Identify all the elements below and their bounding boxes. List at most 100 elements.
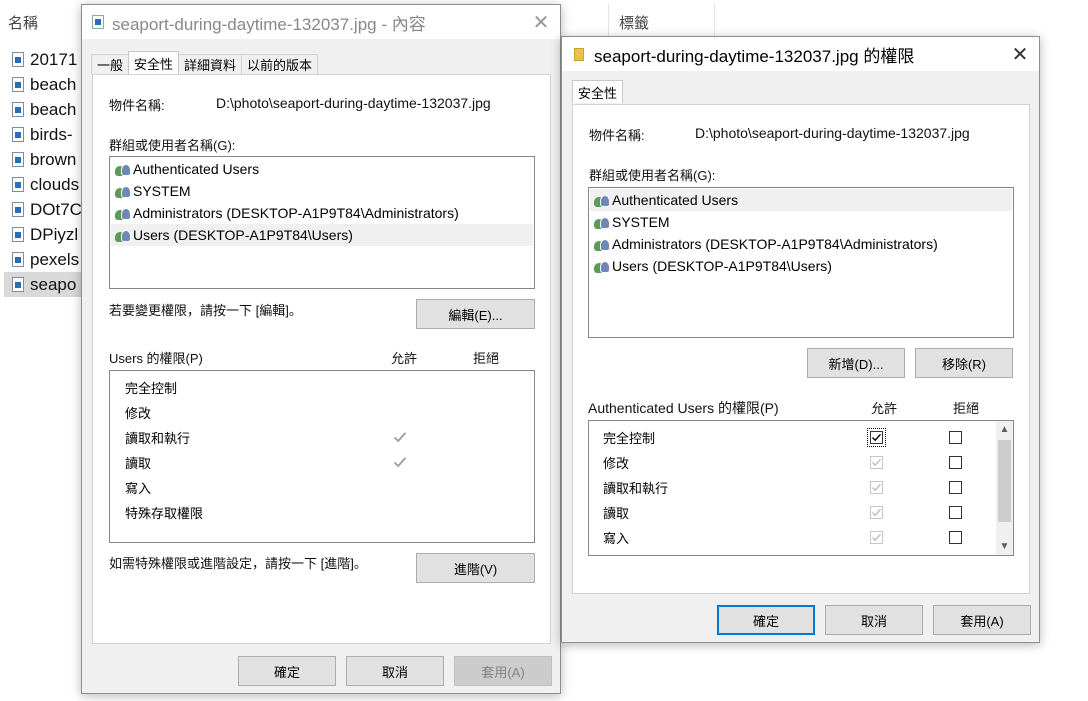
- permission-name: 特殊存取權限: [125, 506, 204, 521]
- user-item-selected[interactable]: Authenticated Users: [590, 189, 1012, 211]
- scroll-thumb[interactable]: [998, 440, 1011, 522]
- file-row[interactable]: 20171: [4, 47, 84, 72]
- image-file-icon: [12, 177, 24, 192]
- user-listbox[interactable]: Authenticated Users SYSTEM Administrator…: [588, 187, 1014, 338]
- user-item[interactable]: Administrators (DESKTOP-A1P9T84\Administ…: [590, 233, 1012, 255]
- close-icon: ✕: [1011, 43, 1029, 66]
- allow-checkbox: [870, 531, 883, 544]
- edit-button[interactable]: 編輯(E)...: [416, 299, 535, 329]
- user-listbox[interactable]: Authenticated Users SYSTEM Administrator…: [109, 156, 535, 289]
- close-button[interactable]: ✕: [528, 9, 554, 35]
- properties-dialog: seaport-during-daytime-132037.jpg - 內容 ✕…: [81, 4, 561, 694]
- file-name: brown: [30, 149, 77, 169]
- cancel-button[interactable]: 取消: [825, 605, 923, 635]
- remove-button[interactable]: 移除(R): [915, 348, 1013, 378]
- user-group-icon: [115, 184, 132, 198]
- deny-checkbox[interactable]: [949, 531, 962, 544]
- permission-list[interactable]: 完全控制 修改 讀取和執行 讀取 寫入 ▲ ▼: [588, 420, 1014, 556]
- file-name: pexels: [30, 249, 80, 269]
- user-name: SYSTEM: [612, 214, 670, 230]
- allow-checkbox[interactable]: [870, 431, 883, 444]
- permission-row: 讀取和執行: [589, 475, 1013, 500]
- tab-general[interactable]: 一般: [91, 54, 130, 74]
- permission-row: 完全控制: [589, 425, 1013, 450]
- allow-checkbox: [870, 456, 883, 469]
- allow-checkbox: [870, 481, 883, 494]
- image-file-icon: [12, 252, 24, 267]
- object-name-label: 物件名稱:: [589, 128, 645, 143]
- column-header-name[interactable]: 名稱: [8, 12, 38, 33]
- user-item-selected[interactable]: Users (DESKTOP-A1P9T84\Users): [111, 224, 533, 246]
- user-item[interactable]: SYSTEM: [590, 211, 1012, 233]
- permission-row: 修改: [110, 400, 534, 425]
- file-row[interactable]: beach: [4, 72, 84, 97]
- tab-previous-versions[interactable]: 以前的版本: [241, 54, 319, 74]
- group-user-label: 群組或使用者名稱(G):: [589, 168, 716, 183]
- image-file-icon: [12, 202, 24, 217]
- deny-column-label: 拒絕: [953, 401, 980, 416]
- scroll-up-icon[interactable]: ▲: [996, 421, 1013, 438]
- column-header-tags[interactable]: 標籤: [619, 12, 649, 33]
- file-row[interactable]: pexels: [4, 247, 84, 272]
- file-row[interactable]: beach: [4, 97, 84, 122]
- file-name: 20171: [30, 49, 78, 69]
- advanced-hint-text: 如需特殊權限或進階設定，請按一下 [進階]。: [109, 556, 367, 571]
- file-row[interactable]: DPiyzl: [4, 222, 84, 247]
- user-item[interactable]: SYSTEM: [111, 180, 533, 202]
- file-row[interactable]: brown: [4, 147, 84, 172]
- ok-button[interactable]: 確定: [717, 605, 815, 635]
- allow-column-label: 允許: [871, 401, 898, 416]
- file-row[interactable]: DOt7C: [4, 197, 84, 222]
- user-name: Administrators (DESKTOP-A1P9T84\Administ…: [612, 236, 938, 252]
- permission-name: 讀取和執行: [125, 431, 191, 446]
- user-item[interactable]: Users (DESKTOP-A1P9T84\Users): [590, 255, 1012, 277]
- apply-button[interactable]: 套用(A): [454, 656, 552, 686]
- file-name: beach: [30, 74, 77, 94]
- file-row[interactable]: clouds: [4, 172, 84, 197]
- file-row[interactable]: birds-: [4, 122, 84, 147]
- allow-column-label: 允許: [391, 351, 418, 366]
- user-item[interactable]: Administrators (DESKTOP-A1P9T84\Administ…: [111, 202, 533, 224]
- title-bar[interactable]: seaport-during-daytime-132037.jpg - 內容 ✕: [82, 5, 560, 39]
- group-user-label: 群組或使用者名稱(G):: [109, 138, 236, 153]
- deny-checkbox[interactable]: [949, 506, 962, 519]
- apply-button[interactable]: 套用(A): [933, 605, 1031, 635]
- file-name: DOt7C: [30, 199, 82, 219]
- column-separator: [714, 4, 715, 36]
- permission-list: 完全控制 修改 讀取和執行 讀取 寫入 特殊存取權限: [109, 370, 535, 543]
- scroll-down-icon[interactable]: ▼: [996, 538, 1013, 555]
- file-name: beach: [30, 99, 77, 119]
- allow-check-icon: [393, 430, 407, 444]
- file-name: birds-: [30, 124, 73, 144]
- ok-button[interactable]: 確定: [238, 656, 336, 686]
- add-button[interactable]: 新增(D)...: [807, 348, 905, 378]
- image-file-icon: [12, 102, 24, 117]
- object-name-value: D:\photo\seaport-during-daytime-132037.j…: [216, 95, 491, 111]
- tab-security[interactable]: 安全性: [128, 51, 180, 74]
- permission-name: 寫入: [603, 531, 630, 546]
- user-name: Authenticated Users: [612, 192, 739, 208]
- user-item[interactable]: Authenticated Users: [111, 158, 533, 180]
- image-file-icon: [12, 52, 24, 67]
- title-bar[interactable]: seaport-during-daytime-132037.jpg 的權限 ✕: [562, 37, 1039, 71]
- deny-checkbox[interactable]: [949, 456, 962, 469]
- deny-checkbox[interactable]: [949, 481, 962, 494]
- permission-name: 修改: [125, 406, 152, 421]
- check-icon: [872, 458, 882, 467]
- tab-security[interactable]: 安全性: [572, 80, 624, 103]
- permission-row: 寫入: [110, 475, 534, 500]
- close-button[interactable]: ✕: [1007, 41, 1033, 67]
- file-name: seapo: [30, 274, 77, 294]
- tab-details[interactable]: 詳細資料: [178, 54, 243, 74]
- tab-strip: 安全性: [572, 80, 624, 103]
- advanced-button[interactable]: 進階(V): [416, 553, 535, 583]
- object-name-value: D:\photo\seaport-during-daytime-132037.j…: [695, 125, 970, 141]
- permission-row: 修改: [589, 450, 1013, 475]
- permission-name: 修改: [603, 456, 630, 471]
- user-group-icon: [115, 206, 132, 220]
- deny-checkbox[interactable]: [949, 431, 962, 444]
- file-row-selected[interactable]: seapo: [4, 272, 84, 297]
- user-name: Users (DESKTOP-A1P9T84\Users): [612, 258, 832, 274]
- cancel-button[interactable]: 取消: [346, 656, 444, 686]
- permission-scrollbar[interactable]: ▲ ▼: [996, 421, 1013, 555]
